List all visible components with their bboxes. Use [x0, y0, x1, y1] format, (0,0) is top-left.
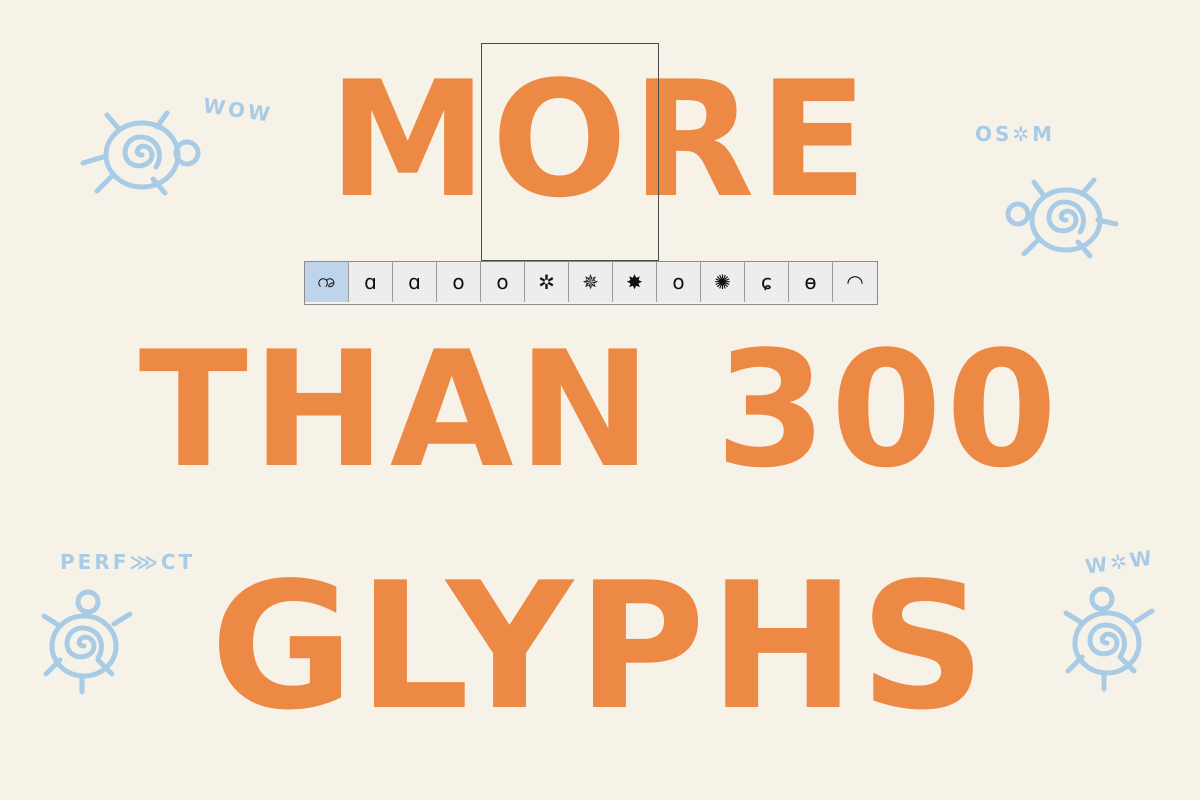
headline-line-glyphs: GLYPHS [210, 546, 990, 749]
turtle-icon [1005, 177, 1119, 259]
glyph-alternate-12[interactable]: ɵ [789, 262, 833, 302]
glyph-focus-box [481, 43, 659, 261]
glyph-alternate-3[interactable]: ɑ [393, 262, 437, 302]
glyph-alternate-13[interactable]: ◠ [833, 262, 877, 302]
turtle-icon [1063, 586, 1155, 692]
glyph-alternate-6[interactable]: ✲ [525, 262, 569, 302]
glyph-alternate-2[interactable]: ɑ [349, 262, 393, 302]
showcase-canvas: MORE ꩠ ɑ ɑ o o ✲ ✵ ✸ o ✺ ɕ ɵ ◠ THAN 300 … [0, 0, 1200, 800]
glyph-alternate-1[interactable]: ꩠ [305, 262, 349, 302]
turtle-icon [41, 589, 133, 695]
glyph-alternate-9[interactable]: o [657, 262, 701, 302]
decoration-word-osm: OS✲M [975, 122, 1056, 146]
glyph-alternate-8[interactable]: ✸ [613, 262, 657, 302]
glyph-alternate-4[interactable]: o [437, 262, 481, 302]
glyph-alternate-7[interactable]: ✵ [569, 262, 613, 302]
glyph-alternate-11[interactable]: ɕ [745, 262, 789, 302]
decoration-word-perfect: PERF⋙CT [60, 550, 196, 574]
glyph-alternate-5[interactable]: o [481, 262, 525, 302]
glyph-alternate-10[interactable]: ✺ [701, 262, 745, 302]
turtle-icon [80, 110, 201, 196]
headline-line-than-300: THAN 300 [138, 316, 1062, 503]
glyph-alternates-strip[interactable]: ꩠ ɑ ɑ o o ✲ ✵ ✸ o ✺ ɕ ɵ ◠ [304, 261, 878, 305]
